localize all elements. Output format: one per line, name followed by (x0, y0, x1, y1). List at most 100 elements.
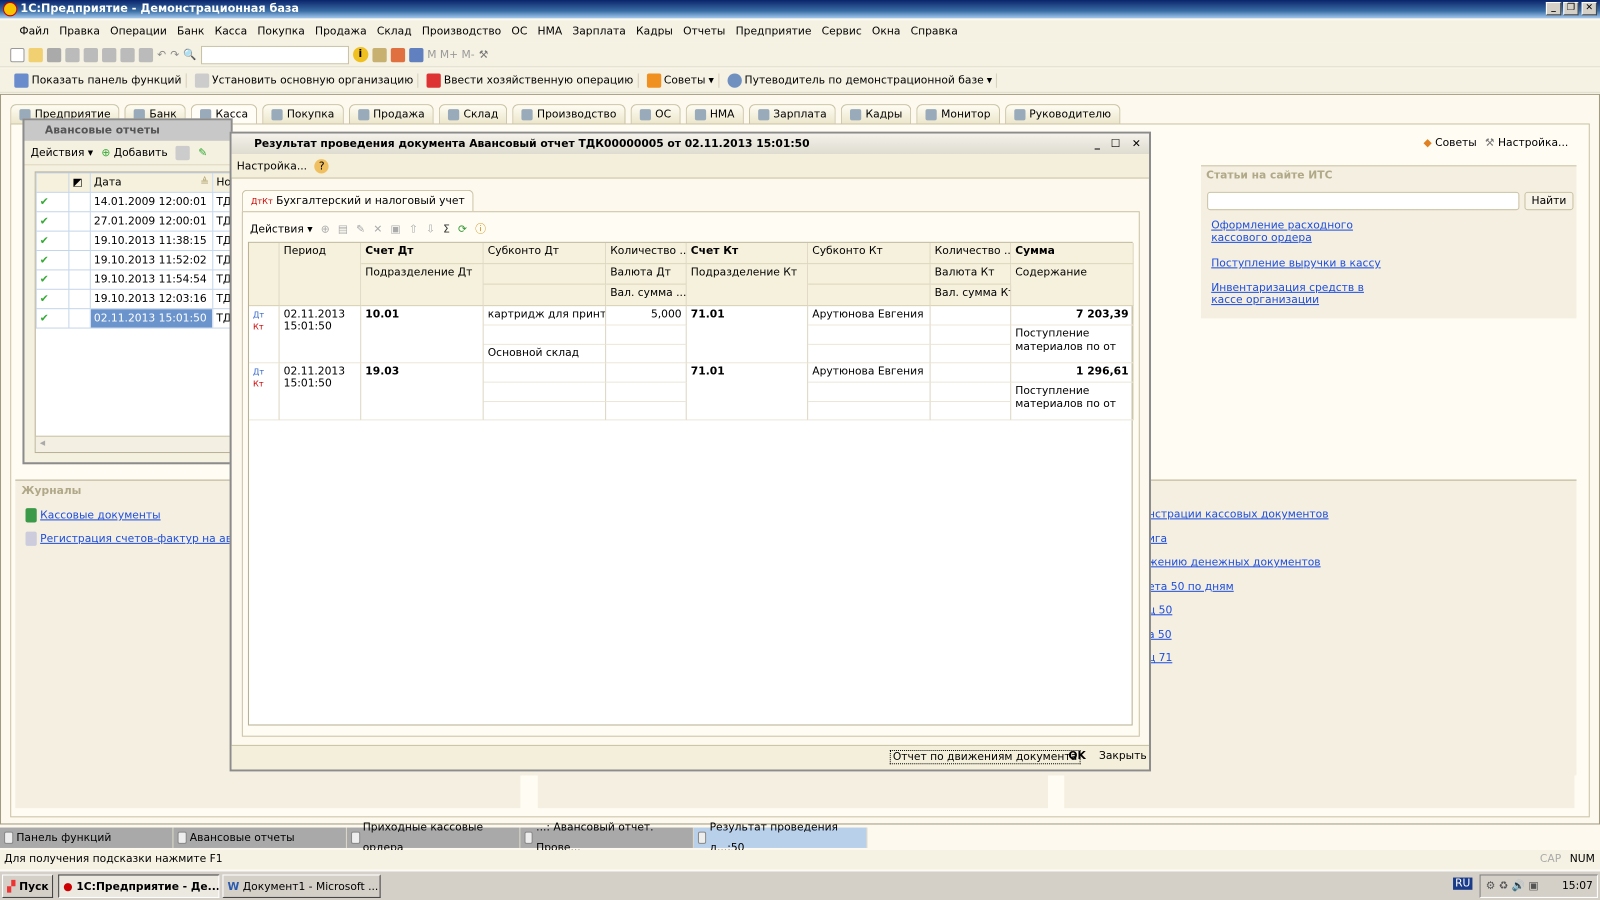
start-button[interactable]: ▞ Пуск (2, 874, 54, 898)
copy-icon[interactable] (83, 47, 98, 62)
report-link[interactable]: нстрации кассовых документов (1148, 508, 1329, 532)
menu-item[interactable]: Продажа (310, 20, 372, 42)
table-row[interactable]: ✔ 14.01.2009 12:00:01 ТД (35, 191, 238, 213)
table-row[interactable]: ✔ 19.10.2013 12:03:16 ТД (35, 288, 238, 310)
menu-item[interactable]: Кадры (631, 20, 678, 42)
tray-icons[interactable]: ⚙ ♻ 🔊 ▣ (1486, 880, 1539, 892)
help-icon[interactable]: ⓘ (475, 221, 486, 236)
find-button[interactable]: Найти (1524, 191, 1574, 211)
menu-item[interactable]: Банк (172, 20, 210, 42)
edit-icon[interactable]: ✎ (198, 146, 207, 158)
window-tab[interactable]: Приходные кассовые ордера (346, 821, 521, 854)
menu-item[interactable]: Касса (210, 20, 253, 42)
copy-icon[interactable]: ▤ (338, 223, 348, 235)
journal-link[interactable]: Кассовые документы (40, 509, 160, 521)
movement-report-button[interactable]: Отчет по движениям документа (889, 749, 1081, 765)
enter-operation-button[interactable]: Ввести хозяйственную операцию (422, 72, 639, 88)
report-link[interactable]: а 50 (1148, 628, 1329, 652)
tips-link[interactable]: ◆ Советы (1423, 137, 1476, 149)
add-button[interactable]: ⊕ Добавить (101, 146, 167, 158)
open-icon[interactable] (28, 47, 43, 62)
new-icon[interactable] (10, 47, 25, 62)
paste-icon[interactable] (102, 47, 117, 62)
add-icon[interactable]: ⊕ (321, 223, 330, 235)
tab-accounting[interactable]: ДтКт Бухгалтерский и налоговый учет (241, 189, 474, 212)
report-link[interactable]: ц 71 (1148, 652, 1329, 676)
info-icon[interactable]: i (352, 46, 369, 63)
close-dialog-button[interactable]: Закрыть (1099, 750, 1147, 762)
refresh-icon[interactable]: ⟳ (458, 223, 467, 235)
menu-item[interactable]: Операции (105, 20, 172, 42)
menu-item[interactable]: Правка (54, 20, 105, 42)
save-icon[interactable] (46, 47, 62, 62)
menu-item[interactable]: Производство (417, 20, 507, 42)
actions-menu[interactable]: Действия ▾ (250, 223, 313, 235)
calculator-icon[interactable] (372, 47, 387, 62)
settings-button[interactable]: Настройка... (237, 160, 307, 172)
minimize-button[interactable]: _ (1095, 134, 1100, 154)
tab-section[interactable]: Покупка (262, 104, 344, 124)
language-indicator[interactable]: RU (1453, 877, 1473, 890)
menu-item[interactable]: Окна (867, 20, 906, 42)
delete-icon[interactable]: ✕ (373, 223, 382, 235)
menu-item[interactable]: Сервис (817, 20, 867, 42)
menu-item[interactable]: Справка (906, 20, 963, 42)
taskbar-item-word[interactable]: W Документ1 - Microsoft ... (222, 874, 381, 898)
guide-button[interactable]: Путеводитель по демонстрационной базе ▾ (723, 72, 998, 88)
search-input[interactable] (200, 45, 349, 64)
table-row[interactable]: ✔ 02.11.2013 15:01:50 ТД (35, 308, 238, 329)
report-link[interactable]: жению денежных документов (1148, 556, 1329, 580)
redo-icon[interactable]: ↷ (170, 48, 179, 60)
calendar-icon[interactable] (390, 47, 405, 62)
window-tab[interactable]: Панель функций (0, 827, 174, 848)
tab-section[interactable]: Монитор (916, 104, 1000, 124)
table-row[interactable]: ✔ 19.10.2013 11:38:15 ТД (35, 230, 238, 252)
ok-button[interactable]: OK (1068, 750, 1085, 762)
window-tab[interactable]: Авансовые отчеты (173, 827, 347, 848)
report-link[interactable]: ига (1148, 532, 1329, 556)
menu-item[interactable]: НМА (532, 20, 567, 42)
menu-item[interactable]: Покупка (252, 20, 310, 42)
its-link[interactable]: Оформление расходного кассового ордера (1211, 219, 1405, 243)
tab-section[interactable]: Производство (512, 104, 626, 124)
its-search-input[interactable] (1207, 191, 1520, 211)
menu-item[interactable]: Склад (372, 20, 417, 42)
copy-doc-icon[interactable] (175, 145, 191, 160)
tools-icon[interactable]: ⚒ (479, 48, 489, 60)
save-icon[interactable]: ▣ (390, 223, 400, 235)
menu-item[interactable]: Отчеты (678, 20, 731, 42)
journal-link[interactable]: Регистрация счетов-фактур на аванс (40, 533, 251, 545)
table-row[interactable]: ✔ 19.10.2013 11:52:02 ТД (35, 249, 238, 271)
help-icon[interactable]: ? (314, 159, 329, 174)
search-icon[interactable]: 🔍 (183, 48, 196, 61)
close-button[interactable]: ✕ (1132, 134, 1141, 154)
users-icon[interactable] (408, 47, 424, 62)
move-down-icon[interactable]: ⇩ (426, 223, 435, 235)
totals-icon[interactable]: Σ (443, 223, 450, 235)
report-link[interactable]: ц 50 (1148, 604, 1329, 628)
tab-section[interactable]: Продажа (348, 104, 434, 124)
preview-icon[interactable] (138, 47, 154, 62)
print-icon[interactable] (120, 47, 135, 62)
settings-link[interactable]: ⚒ Настройка... (1485, 137, 1568, 149)
taskbar-item-1c[interactable]: ● 1С:Предприятие - Де... (58, 874, 220, 898)
its-link[interactable]: Поступление выручки в кассу (1211, 257, 1380, 269)
its-link[interactable]: Инвентаризация средств в кассе организац… (1211, 282, 1395, 306)
move-up-icon[interactable]: ⇧ (409, 223, 418, 235)
set-org-button[interactable]: Установить основную организацию (191, 72, 419, 88)
tips-button[interactable]: Советы ▾ (642, 72, 720, 88)
tab-section[interactable]: Склад (438, 104, 508, 124)
show-panel-button[interactable]: Показать панель функций (10, 72, 187, 88)
restore-button[interactable]: ❐ (1563, 2, 1579, 16)
tab-section[interactable]: Кадры (841, 104, 912, 124)
tab-section[interactable]: ОС (630, 104, 681, 124)
actions-menu[interactable]: Действия ▾ (31, 146, 94, 158)
menu-item[interactable]: Предприятие (730, 20, 816, 42)
window-tab[interactable]: ...: Авансовый отчет. Прове... (520, 821, 694, 854)
close-button[interactable]: ✕ (1581, 2, 1597, 16)
report-link[interactable]: ета 50 по дням (1148, 580, 1329, 604)
minimize-button[interactable]: _ (1545, 2, 1562, 16)
column-date[interactable]: Дата ≜ (89, 172, 214, 193)
tab-section[interactable]: НМА (685, 104, 744, 124)
table-row[interactable]: ✔ 27.01.2009 12:00:01 ТД (35, 211, 238, 232)
